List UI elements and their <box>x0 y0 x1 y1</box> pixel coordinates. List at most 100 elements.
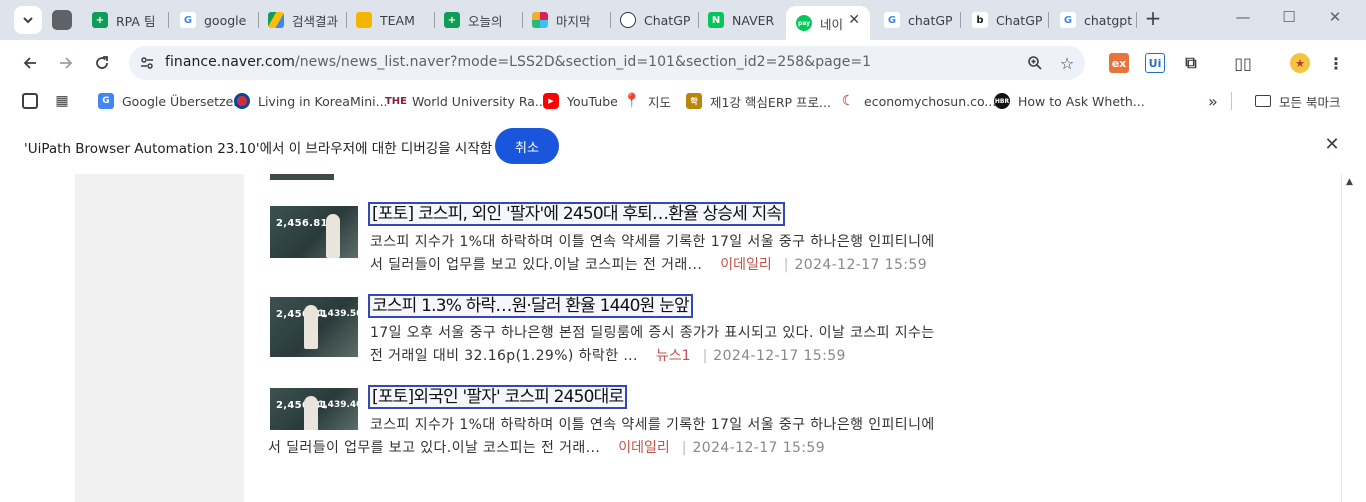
tab-title: chatgpt <box>1084 12 1133 28</box>
maximize-icon[interactable]: ☐ <box>1274 8 1304 32</box>
tab-separator <box>1048 12 1049 28</box>
pagination-strip <box>460 494 840 502</box>
tab-2[interactable]: 검색결과 <box>258 6 346 34</box>
close-window-icon[interactable]: ✕ <box>1320 8 1350 32</box>
translate-icon: G <box>98 93 114 109</box>
google-icon: G <box>180 12 196 28</box>
article-summary-line2: 서 딜러들이 업무를 보고 있다.이날 코스피는 전 거래... 이데일리 | 202… <box>268 437 825 460</box>
tab-separator <box>1136 12 1137 28</box>
tab-title: NAVER <box>732 12 775 28</box>
article-title-link[interactable]: [포토]외국인 '팔자' 코스피 2450대로 <box>367 385 628 409</box>
address-bar[interactable]: finance.naver.com/news/news_list.naver?m… <box>129 46 1085 80</box>
url-path: /news/news_list.naver?mode=LSS2D&section… <box>294 54 872 70</box>
puzzle-icon[interactable]: ⧉ <box>1181 53 1201 73</box>
bookmark-7[interactable]: HBR How to Ask Wheth... <box>994 92 1145 110</box>
all-bookmarks[interactable]: 모든 북마크 <box>1255 92 1340 110</box>
sheets-icon: + <box>92 12 108 28</box>
scroll-up-icon[interactable]: ▲ <box>1346 177 1353 187</box>
tab-3[interactable]: TEAM <box>346 6 434 34</box>
bookmark-label: 제1강 핵심ERP 프로... <box>710 94 831 110</box>
article-title-link[interactable]: [포토] 코스피, 외인 '팔자'에 2450대 후퇴…환율 상승세 지속 <box>367 202 786 226</box>
summary-text: 전 거래일 대비 32.16p(1.29%) 하락한 ... <box>370 348 638 364</box>
uipath-extension-icon[interactable]: Ui <box>1145 53 1165 73</box>
article-summary-line2: 서 딜러들이 업무를 보고 있다.이날 코스피는 전 거래... 이데일리 | 202… <box>370 254 927 277</box>
article-thumbnail[interactable]: 2,456.81 1,439.50 <box>270 297 358 357</box>
close-icon[interactable]: ✕ <box>1322 136 1342 156</box>
star-icon[interactable]: ☆ <box>1057 53 1077 73</box>
folder-icon <box>1255 95 1271 107</box>
press-name: 뉴스1 <box>655 348 691 364</box>
tab-5[interactable]: 마지막 <box>522 6 610 34</box>
the-icon: THE <box>385 93 407 109</box>
thumbnail-fx-text: 1,439.40 <box>318 400 358 410</box>
tab-10[interactable]: b ChatGP <box>962 6 1048 34</box>
tab-0[interactable]: + RPA 팀 <box>82 6 168 34</box>
naverpay-icon: pay <box>796 15 812 31</box>
bookmark-label: How to Ask Wheth... <box>1018 93 1145 109</box>
site-info-icon[interactable] <box>137 53 157 73</box>
tab-group-chip[interactable] <box>52 10 72 30</box>
left-gutter <box>75 174 244 502</box>
tab-9[interactable]: G chatGP <box>874 6 960 34</box>
bookmark-6[interactable]: ☾ economychosun.co... <box>840 92 996 110</box>
tab-8-active[interactable]: pay 네이 ✕ <box>786 6 870 40</box>
article-summary-line1: 코스피 지수가 1%대 하락하며 이틀 연속 약세를 기록한 17일 서울 중구… <box>370 417 935 433</box>
infobar-message: 'UiPath Browser Automation 23.10'에서 이 브라… <box>24 141 493 157</box>
tab-1[interactable]: G google <box>170 6 258 34</box>
close-icon[interactable]: ✕ <box>848 12 860 28</box>
tab-6[interactable]: ChatGP <box>610 6 698 34</box>
bookmark-3[interactable]: ▶ YouTube <box>543 92 618 110</box>
back-button[interactable] <box>18 51 42 75</box>
reading-list-icon[interactable]: ▯▯ <box>1233 53 1253 73</box>
bookmark-0[interactable]: G Google Übersetzer <box>98 92 238 110</box>
tab-title: 검색결과 <box>292 13 339 29</box>
tab-separator <box>960 12 961 28</box>
profile-avatar-icon[interactable]: ★ <box>1290 53 1310 73</box>
tab-title: ChatGP <box>644 12 691 28</box>
article-title-link[interactable]: 코스피 1.3% 하락…원·달러 환율 1440원 눈앞 <box>368 294 693 318</box>
apps-grid-icon[interactable]: ▦ <box>54 92 78 110</box>
korea-flag-icon <box>234 93 250 109</box>
tab-groups-icon[interactable] <box>22 92 46 110</box>
youtube-icon: ▶ <box>543 93 559 109</box>
forward-button[interactable] <box>54 51 78 75</box>
tab-title: 네이 <box>820 16 844 32</box>
article-summary-line1: 코스피 지수가 1%대 하락하며 이틀 연속 약세를 기록한 17일 서울 중구… <box>370 234 935 250</box>
tab-title: chatGP <box>908 12 953 28</box>
bing-icon: b <box>972 12 988 28</box>
tab-search-button[interactable] <box>14 6 42 34</box>
slides-icon <box>356 12 372 28</box>
bookmark-label: YouTube <box>567 93 618 109</box>
previous-article-thumbnail[interactable] <box>270 174 334 180</box>
tab-title: google <box>204 12 247 28</box>
drive-icon <box>268 12 284 28</box>
browser-toolbar: finance.naver.com/news/news_list.naver?m… <box>0 40 1366 86</box>
zoom-icon[interactable] <box>1025 53 1045 73</box>
tab-title: TEAM <box>380 12 415 28</box>
article-date: 2024-12-17 15:59 <box>692 440 826 456</box>
bookmark-label: World University Ra... <box>412 93 547 109</box>
openai-icon <box>620 12 636 28</box>
new-tab-button[interactable]: + <box>1142 8 1164 30</box>
tab-7[interactable]: N NAVER <box>698 6 786 34</box>
article-thumbnail[interactable]: 2,456.81 <box>270 206 358 258</box>
minimize-icon[interactable]: — <box>1228 8 1258 32</box>
tab-11[interactable]: G chatgpt <box>1050 6 1136 34</box>
bookmark-2[interactable]: THE World University Ra... <box>385 92 547 110</box>
cancel-debugging-button[interactable]: 취소 <box>495 128 559 164</box>
extension-ex-icon[interactable]: ex <box>1109 53 1129 73</box>
arrow-left-icon <box>23 57 36 69</box>
bookmark-5[interactable]: 학 제1강 핵심ERP 프로... <box>686 92 831 110</box>
tab-4[interactable]: + 오늘의 <box>434 6 522 34</box>
debugging-infobar: 'UiPath Browser Automation 23.10'에서 이 브라… <box>8 118 1358 174</box>
slack-icon <box>532 12 548 28</box>
bookmark-1[interactable]: Living in KoreaMini... <box>234 92 388 110</box>
article-thumbnail[interactable]: 2,456.81 1,439.40 <box>270 388 358 430</box>
all-bookmarks-label: 모든 북마크 <box>1279 94 1341 110</box>
url-text[interactable]: finance.naver.com/news/news_list.naver?m… <box>165 54 871 70</box>
bookmarks-overflow-icon[interactable]: » <box>1208 92 1218 111</box>
more-menu-icon[interactable]: ⋮ <box>1326 53 1346 73</box>
article-summary-line1: 17일 오후 서울 중구 하나은행 본점 딜링룸에 증시 종가가 표시되고 있다… <box>370 325 935 341</box>
bookmark-4[interactable]: 📍 지도 <box>623 92 671 110</box>
reload-button[interactable] <box>90 51 114 75</box>
